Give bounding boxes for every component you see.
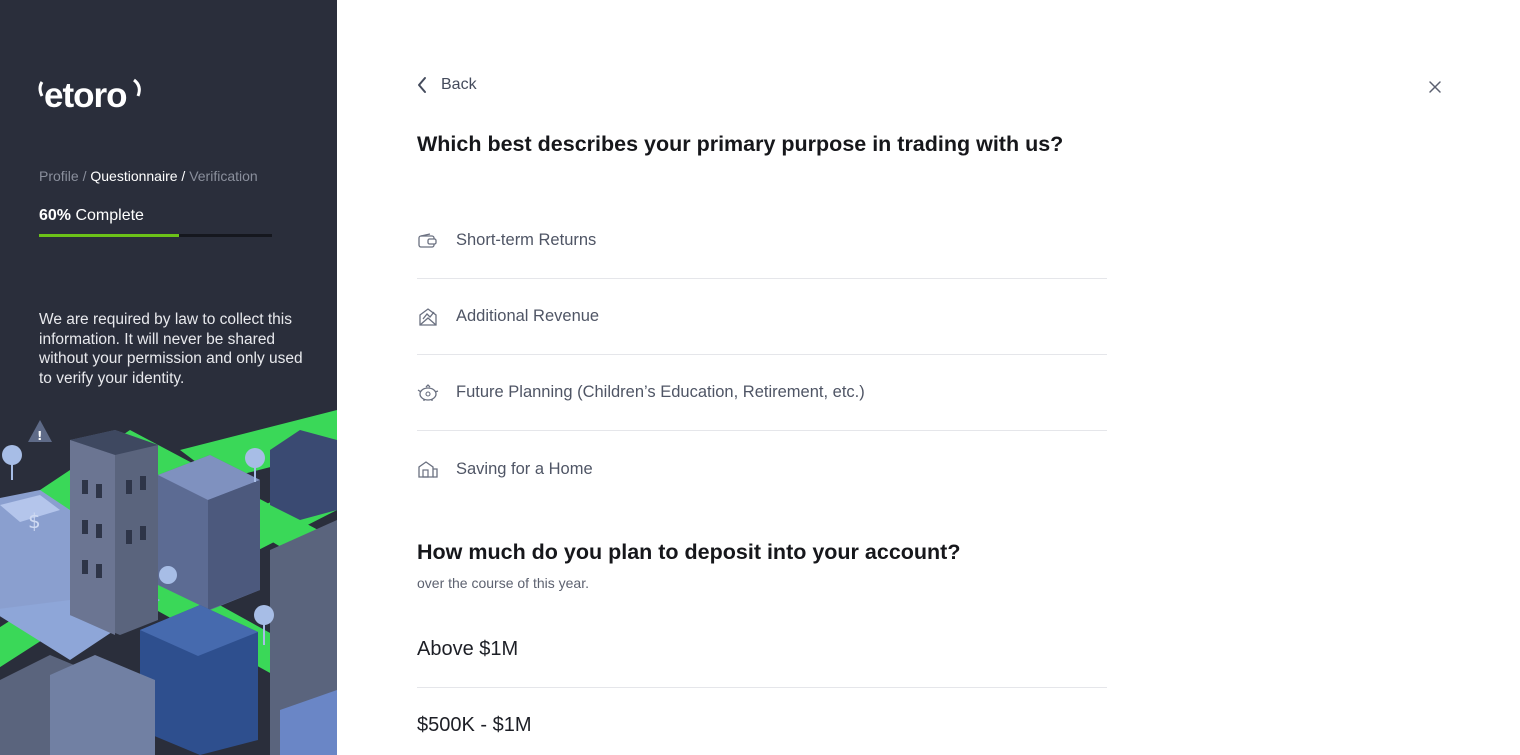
option-label: Future Planning (Children’s Education, R… bbox=[456, 383, 865, 401]
legal-notice: We are required by law to collect this i… bbox=[39, 311, 303, 387]
option-label: $500K - $1M bbox=[417, 714, 532, 736]
option-short-term-returns[interactable]: Short-term Returns bbox=[417, 203, 1107, 279]
svg-text:$: $ bbox=[28, 509, 41, 533]
chevron-left-icon bbox=[418, 77, 426, 93]
option-saving-for-home[interactable]: Saving for a Home bbox=[417, 431, 1107, 507]
piggy-bank-icon bbox=[417, 382, 439, 404]
option-above-1m[interactable]: Above $1M bbox=[417, 612, 1107, 688]
question-deposit-subtitle: over the course of this year. bbox=[417, 575, 589, 591]
progress-steps-breadcrumb: Profile / Questionnaire / Verification bbox=[39, 168, 258, 184]
close-icon[interactable] bbox=[1427, 79, 1443, 95]
progress-percent: 60% bbox=[39, 207, 72, 224]
option-additional-revenue[interactable]: Additional Revenue bbox=[417, 279, 1107, 355]
svg-text:etoro: etoro bbox=[44, 76, 127, 114]
envelope-chart-icon bbox=[417, 306, 439, 328]
back-button[interactable]: Back bbox=[417, 76, 477, 94]
option-label: Additional Revenue bbox=[456, 307, 600, 325]
step-profile: Profile bbox=[39, 168, 79, 184]
sidebar: etoro Profile / Questionnaire / Verifica… bbox=[0, 0, 337, 755]
step-verification: Verification bbox=[189, 168, 258, 184]
purpose-options-list: Short-term Returns Additional Revenue Fu… bbox=[417, 203, 1107, 507]
option-500k-1m[interactable]: $500K - $1M bbox=[417, 688, 1107, 755]
main-content: Back Which best describes your primary p… bbox=[337, 0, 1520, 755]
house-icon bbox=[417, 458, 439, 480]
option-label: Short-term Returns bbox=[456, 231, 597, 249]
svg-text:!: ! bbox=[37, 429, 42, 443]
etoro-logo[interactable]: etoro bbox=[38, 76, 148, 114]
wallet-icon bbox=[417, 230, 439, 252]
deposit-options-list: Above $1M $500K - $1M bbox=[417, 612, 1107, 755]
step-questionnaire: Questionnaire bbox=[90, 168, 178, 184]
question-purpose-title: Which best describes your primary purpos… bbox=[417, 132, 1064, 156]
back-label: Back bbox=[441, 76, 477, 93]
city-illustration: $ ! bbox=[0, 410, 337, 755]
option-future-planning[interactable]: Future Planning (Children’s Education, R… bbox=[417, 355, 1107, 431]
progress-bar bbox=[39, 234, 272, 237]
option-label: Saving for a Home bbox=[456, 459, 593, 478]
option-label: Above $1M bbox=[417, 638, 519, 660]
progress-label: 60% Complete bbox=[39, 207, 144, 224]
progress-bar-fill bbox=[39, 234, 179, 237]
question-deposit-title: How much do you plan to deposit into you… bbox=[417, 540, 961, 564]
